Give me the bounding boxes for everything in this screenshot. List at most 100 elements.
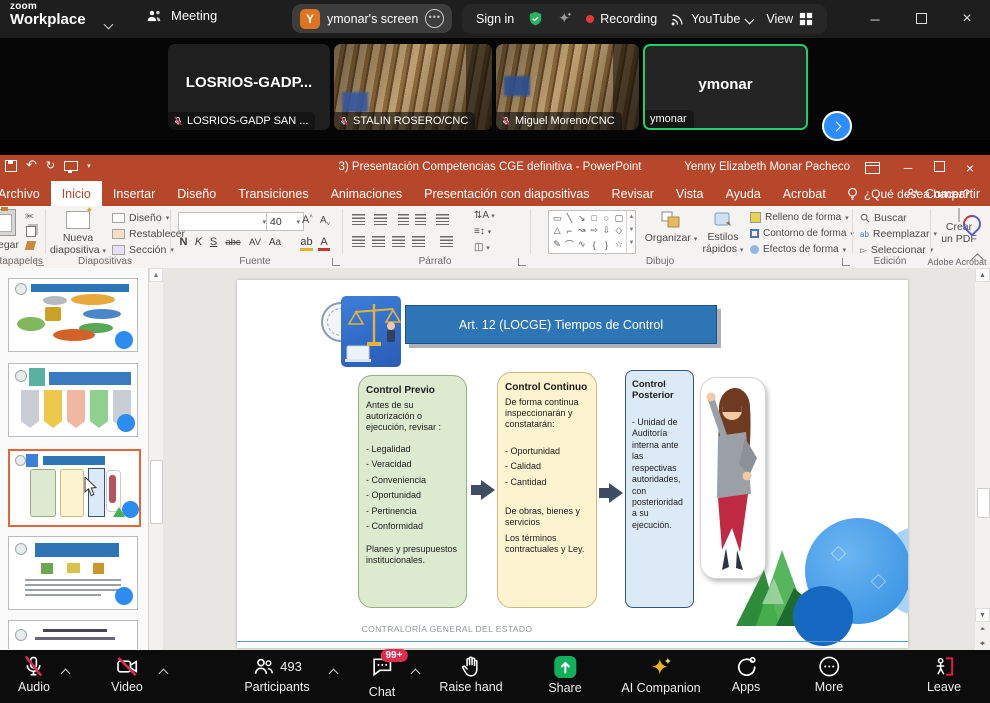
copy-icon[interactable]: [26, 226, 36, 237]
layout-button[interactable]: Diseño▾: [112, 212, 169, 224]
tab-inicio[interactable]: Inicio: [51, 181, 102, 206]
participants-options-caret[interactable]: [330, 664, 337, 682]
text-direction-button[interactable]: ⇅A ▾: [474, 210, 495, 221]
columns-button[interactable]: [440, 236, 453, 247]
shapes-gallery[interactable]: ▭╲↘□○▢ △⌐↝⇨⇩◇ ✎⌒∿{}☆: [548, 210, 636, 254]
shape-fill-button[interactable]: Relleno de forma▾: [750, 212, 849, 223]
slide-thumbnail-4[interactable]: [8, 536, 138, 610]
scrollbar-thumb[interactable]: [977, 488, 990, 518]
participant-tile[interactable]: Miguel Moreno/CNC: [496, 44, 639, 130]
align-right-button[interactable]: [392, 236, 405, 247]
account-name[interactable]: Yenny Elizabeth Monar Pacheco: [684, 161, 850, 173]
thumbnail-scrollbar[interactable]: ▲: [149, 268, 163, 650]
drawing-dialog-launcher[interactable]: [842, 258, 850, 266]
select-button[interactable]: ▻Seleccionar▾: [860, 244, 933, 256]
slide-thumbnail-1[interactable]: [8, 278, 138, 352]
tab-animaciones[interactable]: Animaciones: [320, 181, 414, 206]
ppt-close-button[interactable]: ×: [950, 155, 990, 181]
chat-button[interactable]: 99+ Chat: [369, 655, 395, 699]
font-name-select[interactable]: ▾: [178, 212, 270, 231]
start-slideshow-icon[interactable]: [64, 161, 78, 171]
change-case-button[interactable]: Aa: [266, 237, 284, 248]
format-painter-icon[interactable]: [25, 241, 36, 250]
font-color-button[interactable]: A: [318, 236, 330, 251]
font-dialog-launcher[interactable]: [332, 258, 340, 266]
font-size-select[interactable]: 40▾: [266, 212, 304, 231]
save-icon[interactable]: [5, 160, 17, 172]
slide-area-scrollbar[interactable]: ▲ ▼ ⏶⏶ ⏷⏷: [975, 268, 990, 650]
undo-icon[interactable]: ↶: [26, 159, 37, 172]
apps-button[interactable]: Apps: [732, 655, 761, 694]
video-button[interactable]: Video: [111, 655, 143, 694]
align-text-button[interactable]: ≡↕ ▾: [474, 226, 491, 237]
tab-insertar[interactable]: Insertar: [102, 181, 166, 206]
find-button[interactable]: Buscar: [860, 212, 907, 224]
increase-indent-button[interactable]: [415, 214, 426, 225]
chat-options-caret[interactable]: [412, 664, 419, 682]
quick-styles-button[interactable]: Estilos rápidos ▾: [700, 211, 746, 255]
underline-button[interactable]: S: [206, 236, 221, 248]
slide-thumbnail-2[interactable]: [8, 363, 138, 437]
workspace-chevron-down-icon[interactable]: [105, 15, 112, 33]
redo-icon[interactable]: ↻: [46, 160, 55, 171]
create-pdf-button[interactable]: Crear un PDF: [934, 209, 984, 245]
share-button-ppt[interactable]: Compartir: [906, 181, 980, 206]
sign-in-button[interactable]: Sign in: [476, 12, 514, 26]
slide-canvas[interactable]: Art. 12 (LOCGE) Tiempos de Control Contr…: [237, 280, 908, 648]
tab-acrobat[interactable]: Acrobat: [772, 181, 837, 206]
character-spacing-button[interactable]: AV: [246, 237, 264, 248]
video-options-caret[interactable]: [160, 664, 167, 682]
justify-button[interactable]: [412, 236, 425, 247]
participant-tile[interactable]: STALIN ROSERO/CNC: [334, 44, 492, 130]
leave-button[interactable]: Leave: [927, 655, 961, 694]
shape-outline-button[interactable]: Contorno de forma▾: [750, 228, 854, 239]
tab-archivo[interactable]: Archivo: [0, 181, 51, 206]
participant-tile[interactable]: LOSRIOS-GADP... LOSRIOS-GADP SAN ...: [168, 44, 330, 130]
section-button[interactable]: Sección▾: [112, 244, 174, 256]
customize-qat-caret[interactable]: ▾: [87, 162, 91, 170]
bold-button[interactable]: N: [176, 236, 191, 248]
new-slide-button[interactable]: Nueva diapositiva ▾: [48, 211, 108, 256]
previous-slide-button[interactable]: ⏶⏶: [975, 623, 990, 637]
pill-more-options-icon[interactable]: •••: [425, 9, 444, 28]
shapes-gallery-scrollbar[interactable]: ▲▼▼: [626, 211, 636, 253]
reset-button[interactable]: Restablecer: [112, 228, 185, 240]
youtube-live-button[interactable]: YouTube: [670, 12, 753, 27]
participant-tile-active-speaker[interactable]: ymonar ymonar: [643, 44, 808, 130]
numbering-button[interactable]: [374, 214, 387, 225]
replace-button[interactable]: abReemplazar▾: [860, 228, 937, 240]
ai-companion-button[interactable]: AI Companion: [621, 655, 700, 695]
slide-thumbnail-3-selected[interactable]: [8, 449, 141, 527]
arrange-button[interactable]: Organizar ▾: [642, 211, 700, 244]
maximize-button[interactable]: [898, 12, 944, 27]
grow-font-button[interactable]: A˄: [302, 214, 313, 226]
cut-icon[interactable]: ✂: [25, 210, 34, 223]
raise-hand-button[interactable]: Raise hand: [439, 655, 502, 694]
thumbnail-scrollbar-thumb[interactable]: [150, 460, 163, 524]
screen-share-pill[interactable]: Y ymonar's screen •••: [292, 4, 452, 33]
minimize-button[interactable]: ─: [852, 12, 898, 27]
tab-transiciones[interactable]: Transiciones: [227, 181, 319, 206]
decrease-indent-button[interactable]: [398, 214, 409, 225]
close-button[interactable]: ×: [944, 10, 990, 28]
view-button[interactable]: View: [766, 12, 813, 26]
more-button[interactable]: More: [815, 655, 843, 694]
next-participants-button[interactable]: [822, 111, 852, 141]
clipboard-dialog-launcher[interactable]: [36, 258, 44, 266]
slide-thumbnail-5[interactable]: [8, 620, 138, 649]
highlight-color-button[interactable]: ab: [300, 236, 313, 251]
audio-button[interactable]: Audio: [18, 655, 50, 694]
paste-button[interactable]: Pegar: [0, 209, 24, 251]
bullets-button[interactable]: [352, 214, 365, 225]
tab-presentacion[interactable]: Presentación con diapositivas: [413, 181, 600, 206]
smartart-button[interactable]: ◫ ▾: [474, 242, 490, 253]
paragraph-dialog-launcher[interactable]: [518, 258, 526, 266]
shape-effects-button[interactable]: Efectos de forma▾: [750, 244, 846, 255]
audio-options-caret[interactable]: [62, 664, 69, 682]
tab-vista[interactable]: Vista: [665, 181, 715, 206]
share-button[interactable]: Share: [548, 655, 581, 695]
tab-revisar[interactable]: Revisar: [601, 181, 665, 206]
line-spacing-button[interactable]: [436, 214, 449, 225]
strikethrough-button[interactable]: abc: [222, 237, 244, 248]
tab-ayuda[interactable]: Ayuda: [715, 181, 772, 206]
